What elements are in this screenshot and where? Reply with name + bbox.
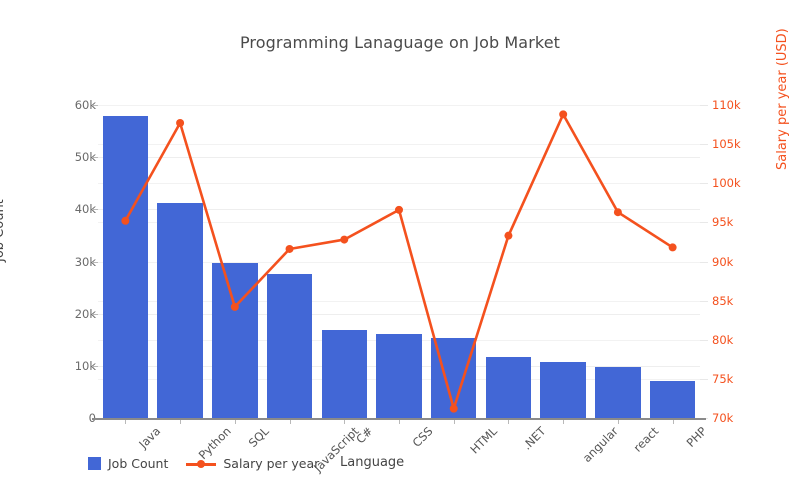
y2-axis-tick-label: 105k (712, 137, 741, 151)
x-axis-tick-label: PHP (683, 424, 709, 450)
y2-axis-label: Salary per year (USD) (775, 28, 790, 170)
bar[interactable] (540, 362, 585, 418)
x-axis-tick-label: HTML (467, 424, 500, 457)
x-axis-tick-mark (125, 420, 126, 424)
y2-axis-tick-label: 100k (712, 176, 741, 190)
x-axis-tick-label: angular (580, 424, 621, 465)
bar[interactable] (157, 203, 202, 418)
y2-axis-tick-label: 70k (712, 411, 733, 425)
y2-axis-tick-mark (700, 222, 708, 223)
x-axis-tick-mark (673, 420, 674, 424)
legend-label: Job Count (108, 456, 168, 471)
x-axis-tick-label: C# (353, 424, 375, 446)
x-axis-tick-mark (454, 420, 455, 424)
line-swatch-icon (186, 457, 216, 470)
x-axis-tick-label: CSS (410, 424, 436, 450)
y2-axis-tick-mark (700, 144, 708, 145)
plot-area (98, 105, 700, 418)
x-axis-tick-label: react (631, 424, 662, 455)
x-axis-tick-label: .NET (520, 424, 549, 453)
x-axis-tick-mark (180, 420, 181, 424)
x-axis-label: Language (340, 455, 404, 470)
legend-item-job-count[interactable]: Job Count (88, 456, 168, 471)
x-axis-tick-mark (399, 420, 400, 424)
bar[interactable] (212, 263, 257, 418)
y2-axis-tick-label: 80k (712, 333, 733, 347)
y2-axis-tick-mark (700, 262, 708, 263)
y2-axis-tick-mark (700, 301, 708, 302)
y2-axis-tick-mark (700, 379, 708, 380)
legend-label: Salary per year (223, 456, 319, 471)
y2-axis-tick-label: 110k (712, 98, 741, 112)
bar[interactable] (486, 357, 531, 418)
chart-legend: Job Count Salary per year (88, 456, 319, 471)
bar[interactable] (431, 338, 476, 418)
bar[interactable] (103, 116, 148, 418)
x-axis-tick-mark (508, 420, 509, 424)
bar[interactable] (650, 381, 695, 418)
y2-axis-tick-mark (700, 183, 708, 184)
x-axis-tick-label: Java (136, 424, 163, 451)
x-axis-tick-mark (563, 420, 564, 424)
x-axis-tick-mark (344, 420, 345, 424)
chart-title: Programming Lanaguage on Job Market (0, 33, 800, 52)
x-axis-tick-label: SQL (245, 424, 271, 450)
y2-axis-tick-label: 90k (712, 255, 733, 269)
legend-item-salary[interactable]: Salary per year (186, 456, 319, 471)
y2-axis-tick-mark (700, 340, 708, 341)
x-axis-tick-mark (618, 420, 619, 424)
y-axis-label: Job Count (0, 199, 7, 262)
x-axis-tick-mark (290, 420, 291, 424)
bar[interactable] (322, 330, 367, 418)
y2-axis-tick-label: 85k (712, 294, 733, 308)
x-axis-tick-mark (235, 420, 236, 424)
bar[interactable] (595, 367, 640, 418)
y2-axis-tick-label: 95k (712, 215, 733, 229)
bar-swatch-icon (88, 457, 101, 470)
y2-axis-tick-mark (700, 105, 708, 106)
chart-container: Programming Lanaguage on Job Market 010k… (0, 0, 800, 500)
bar[interactable] (267, 274, 312, 419)
bar[interactable] (376, 334, 421, 419)
y2-axis-tick-label: 75k (712, 372, 733, 386)
